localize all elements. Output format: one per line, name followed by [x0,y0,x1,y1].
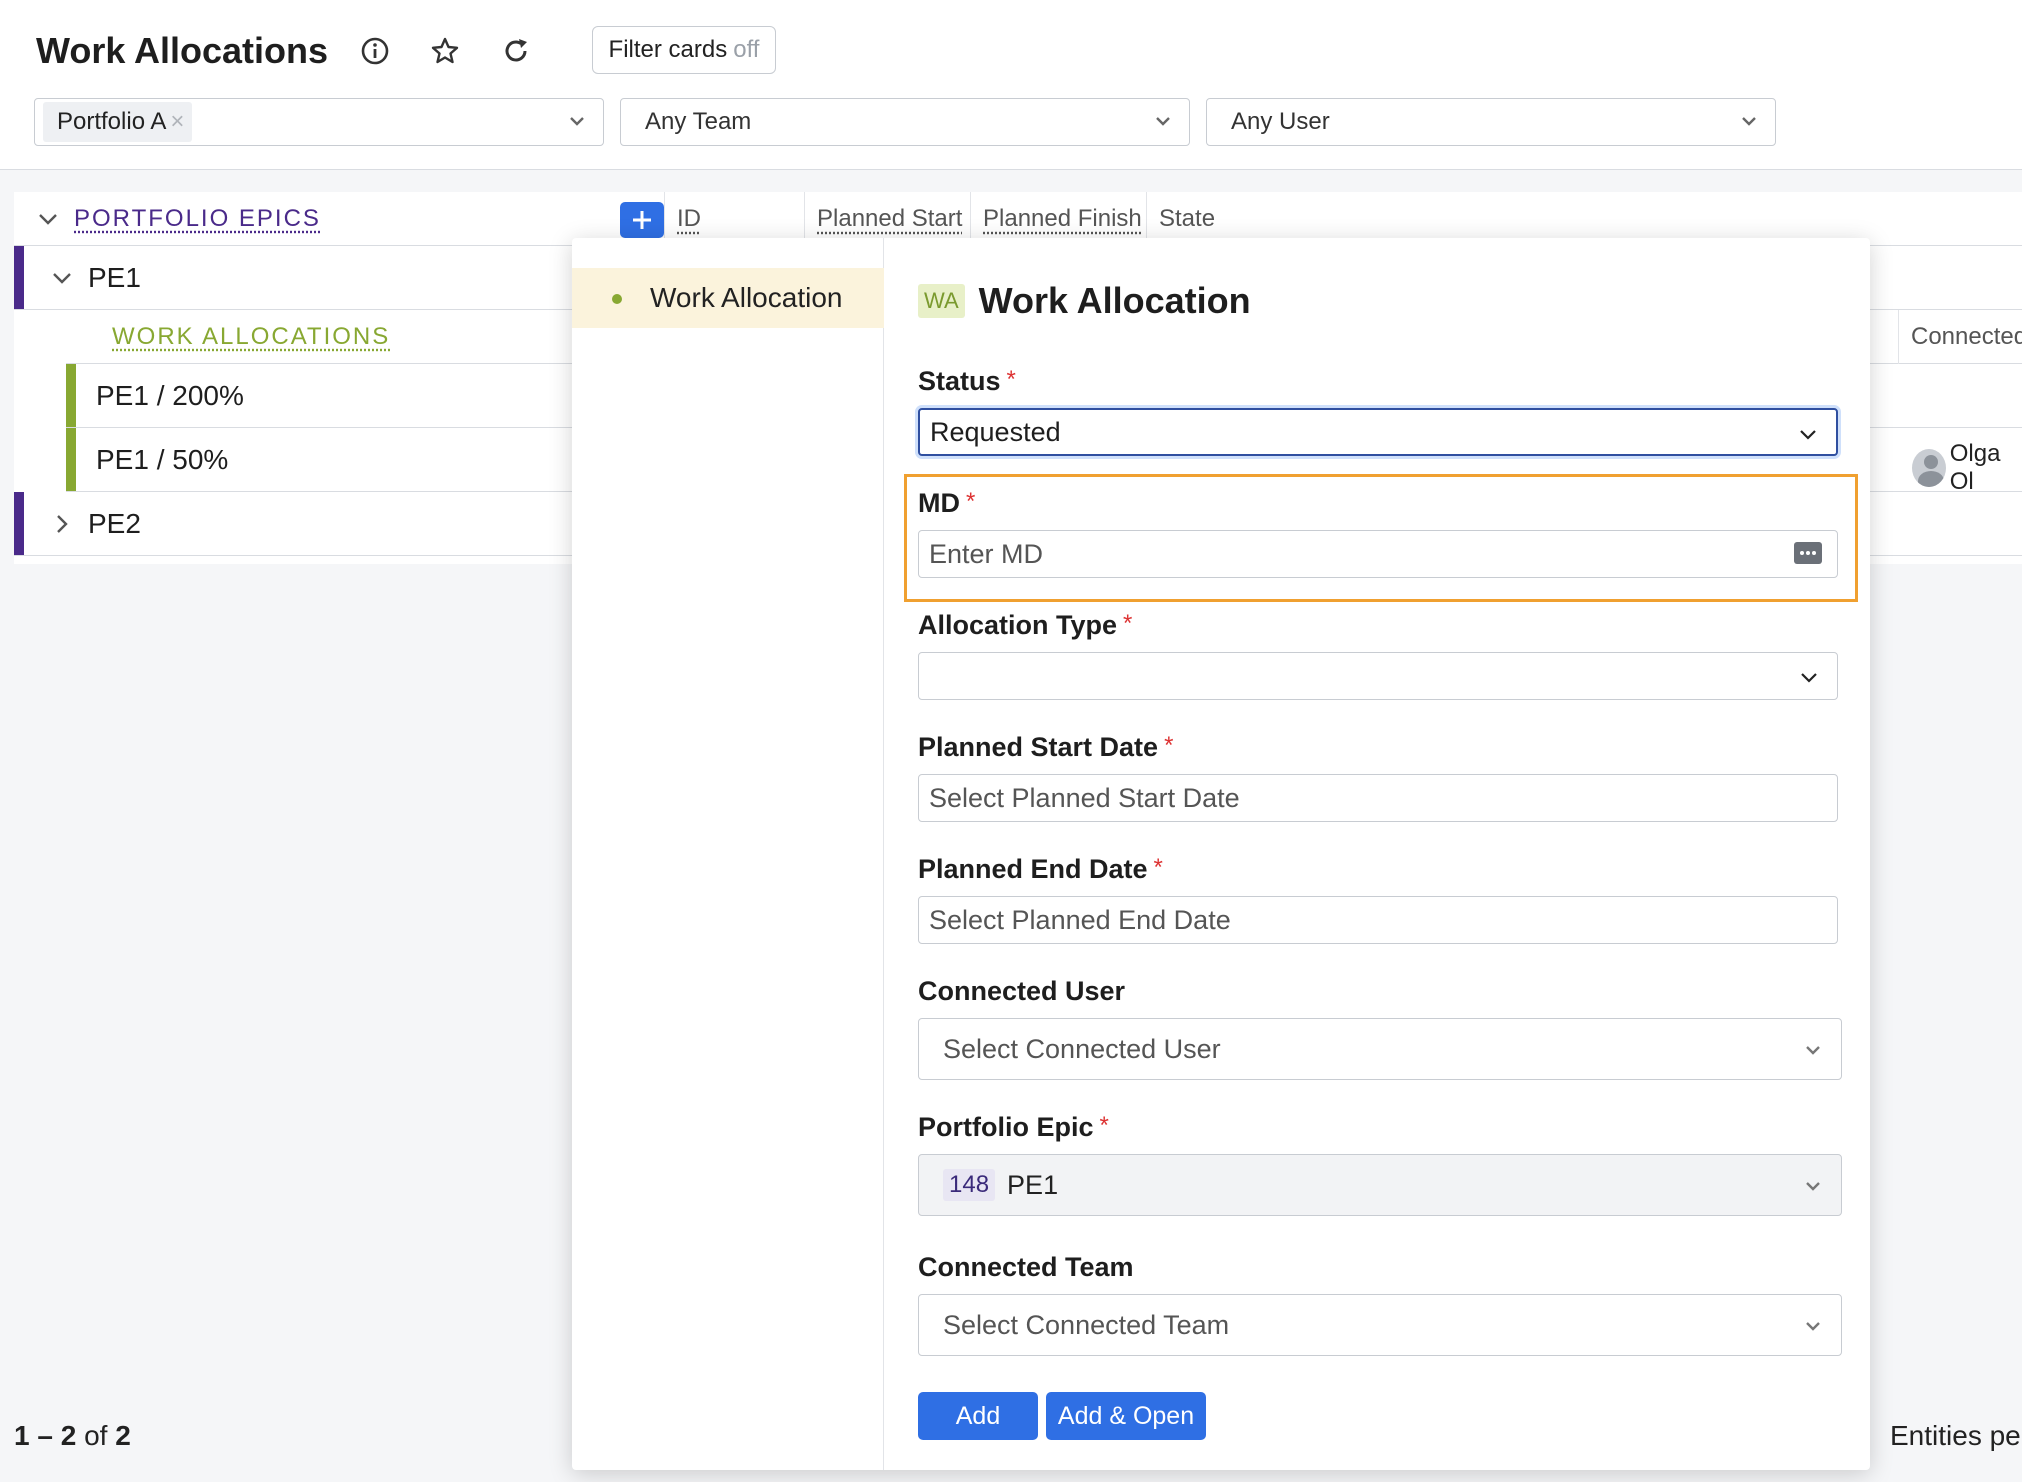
md-input[interactable]: Enter MD [918,530,1838,578]
md-label: MD * [918,488,975,519]
sidebar-item-work-allocation[interactable]: Work Allocation [572,268,884,328]
planned-start-label: Planned Start Date * [918,732,1173,763]
chevron-down-icon[interactable] [50,266,74,290]
column-header-connected[interactable]: Connected [1898,310,2022,364]
filter-cards-label: Filter cards [609,36,728,64]
allocation-name[interactable]: PE1 / 50% [96,444,228,476]
avatar [1912,449,1946,487]
connected-user-select[interactable]: Select Connected User [918,1018,1842,1080]
connected-team-placeholder: Select Connected Team [943,1310,1229,1341]
page-header: Work Allocations Filter cards off Portfo… [0,0,2022,170]
chevron-down-icon [1801,1174,1825,1198]
work-allocations-label[interactable]: WORK ALLOCATIONS [112,323,390,351]
page-title: Work Allocations [36,30,328,72]
add-card-popup: Work Allocation WA Work Allocation Statu… [572,238,1870,1470]
add-button[interactable]: Add [918,1392,1038,1440]
popup-sidebar: Work Allocation [572,238,884,1470]
portfolio-epic-value: PE1 [1007,1170,1058,1201]
chevron-down-icon [1151,109,1175,133]
connected-team-select[interactable]: Select Connected Team [918,1294,1842,1356]
portfolio-chip-label: Portfolio A [57,108,166,136]
filter-cards-button[interactable]: Filter cards off [592,26,776,74]
add-card-button[interactable] [620,202,664,238]
status-select[interactable]: Requested [918,408,1838,456]
allocation-type-label: Allocation Type * [918,610,1132,641]
page-range: 1 – 2 [14,1420,76,1451]
chevron-down-icon [1796,422,1820,446]
portfolio-chip: Portfolio A × [43,102,192,142]
connected-user-name: Olga Ol [1950,440,2022,496]
chevron-down-icon [1797,665,1821,689]
user-select-value: Any User [1231,108,1330,136]
planned-end-label: Planned End Date * [918,854,1163,885]
epic-stripe [14,492,24,555]
allocation-name[interactable]: PE1 / 200% [96,380,244,412]
connected-team-label: Connected Team [918,1252,1134,1283]
keypad-icon[interactable] [1793,541,1823,567]
epic-stripe [14,246,24,309]
status-label: Status * [918,366,1016,397]
plus-icon [630,208,654,232]
planned-end-placeholder: Select Planned End Date [929,905,1231,936]
info-icon[interactable] [356,32,394,70]
total-count: 2 [115,1420,131,1451]
status-value: Requested [930,417,1061,448]
planned-start-placeholder: Select Planned Start Date [929,783,1240,814]
entities-per-page[interactable]: Entities per [1890,1420,2022,1452]
of-label: of [84,1420,107,1451]
portfolio-epic-select[interactable]: 148 PE1 [918,1154,1842,1216]
portfolio-select[interactable]: Portfolio A × [34,98,604,146]
sidebar-item-label: Work Allocation [650,282,842,314]
chevron-right-icon[interactable] [50,512,74,536]
filter-cards-state: off [733,36,759,64]
chevron-down-icon [1801,1038,1825,1062]
bullet-icon [612,294,622,304]
planned-end-input[interactable]: Select Planned End Date [918,896,1838,944]
close-icon[interactable]: × [170,108,184,136]
team-select-value: Any Team [645,108,751,136]
epic-name[interactable]: PE1 [88,262,141,294]
connected-user-label: Connected User [918,976,1125,1007]
entity-type-badge: WA [918,284,965,318]
portfolio-epics-label[interactable]: PORTFOLIO EPICS [74,205,321,233]
portfolio-epic-id: 148 [943,1169,995,1201]
portfolio-epic-label: Portfolio Epic * [918,1112,1109,1143]
allocation-type-select[interactable] [918,652,1838,700]
chevron-down-icon [1737,109,1761,133]
allocation-stripe [66,428,76,491]
star-icon[interactable] [426,32,464,70]
planned-start-input[interactable]: Select Planned Start Date [918,774,1838,822]
form-title: WA Work Allocation [918,280,1251,322]
chevron-down-icon[interactable] [36,207,60,231]
connected-user-placeholder: Select Connected User [943,1034,1221,1065]
md-placeholder: Enter MD [929,539,1043,570]
team-select[interactable]: Any Team [620,98,1190,146]
form-title-text: Work Allocation [979,280,1251,322]
refresh-icon[interactable] [497,32,535,70]
user-select[interactable]: Any User [1206,98,1776,146]
add-and-open-button[interactable]: Add & Open [1046,1392,1206,1440]
chevron-down-icon [565,109,589,133]
connected-user-cell[interactable]: Olga Ol [1912,440,2022,496]
chevron-down-icon [1801,1314,1825,1338]
epic-name[interactable]: PE2 [88,508,141,540]
pagination-summary: 1 – 2 of 2 [14,1420,131,1452]
allocation-stripe [66,364,76,427]
